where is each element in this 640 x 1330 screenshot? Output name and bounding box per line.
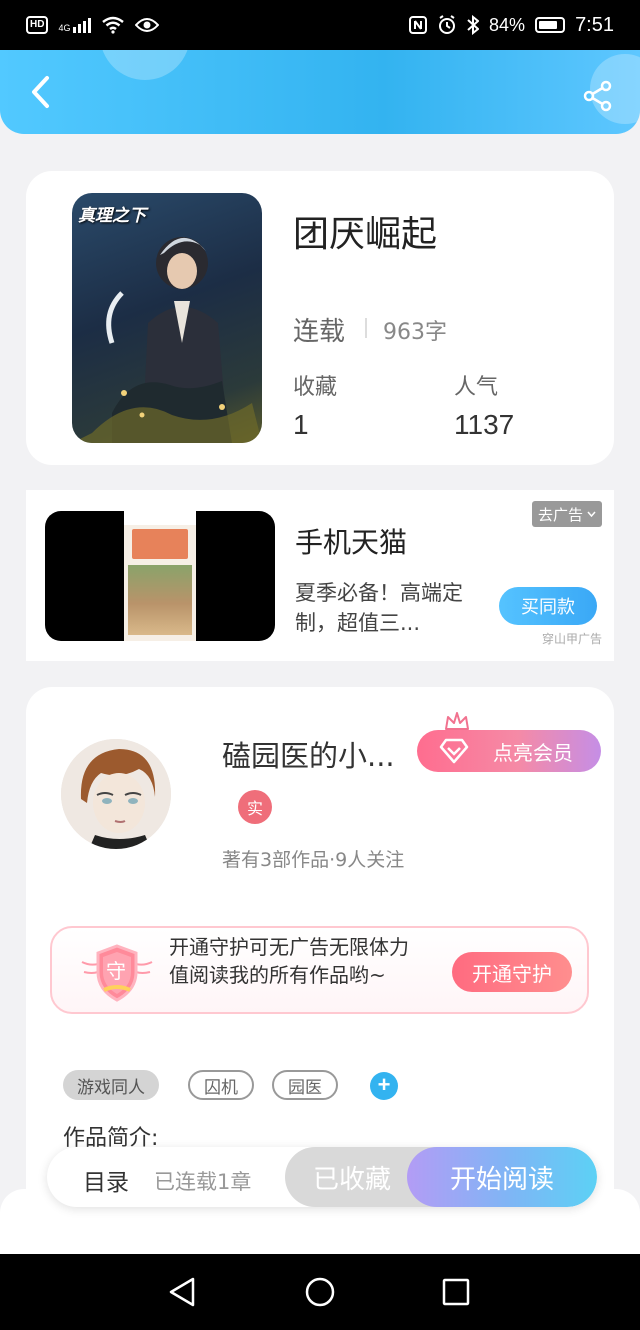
ad-title: 手机天猫 <box>295 526 408 559</box>
avatar[interactable] <box>61 739 171 849</box>
system-nav-bar <box>0 1254 640 1330</box>
signal-icon: 4G <box>58 17 92 33</box>
favorites-label: 收藏 <box>293 375 338 400</box>
start-reading-button[interactable]: 开始阅读 <box>407 1147 597 1207</box>
battery-icon <box>535 17 566 33</box>
popularity-count: 1137 <box>454 409 515 440</box>
crown-icon <box>445 712 469 730</box>
eye-icon <box>135 18 160 32</box>
chevron-down-icon <box>587 511 596 517</box>
back-triangle-icon[interactable] <box>167 1276 199 1308</box>
guard-description: 开通守护可无广告无限体力值阅读我的所有作品哟~ <box>169 935 409 987</box>
hd-badge: HD <box>26 16 49 34</box>
network-type: 4G <box>58 22 71 33</box>
add-tag-button[interactable]: + <box>370 1072 398 1100</box>
remove-ad-label: 去广告 <box>538 505 584 524</box>
back-button[interactable] <box>20 72 60 112</box>
home-circle-icon[interactable] <box>304 1276 336 1308</box>
cover-title-text: 真理之下 <box>78 206 146 226</box>
ad-banner[interactable]: 手机天猫 夏季必备！高端定制，超值三... 去广告 买同款 穿山甲广告 <box>26 490 614 661</box>
author-name[interactable]: 磕园医的小... <box>222 733 395 775</box>
action-bar: 目录 已连载1章 已收藏 开始阅读 <box>47 1147 597 1207</box>
chapter-count: 已连载1章 <box>154 1170 252 1194</box>
plus-icon: + <box>377 1072 391 1097</box>
tag-prisoner-mech[interactable]: 囚机 <box>188 1070 254 1100</box>
favorites-count: 1 <box>293 409 309 440</box>
avatar-image <box>61 739 171 849</box>
ad-description: 夏季必备！高端定制，超值三... <box>295 581 463 635</box>
buy-same-button[interactable]: 买同款 <box>499 587 597 625</box>
vip-button[interactable]: 点亮会员 <box>417 730 601 772</box>
diamond-icon <box>439 738 469 764</box>
battery-percent: 84% <box>489 14 526 35</box>
status-right: 84% 7:51 <box>409 14 614 37</box>
tag-gardener-doctor[interactable]: 园医 <box>272 1070 338 1100</box>
alarm-icon <box>439 15 456 34</box>
status-bar: HD 4G 84% 7:51 <box>0 0 640 50</box>
divider <box>365 318 367 338</box>
header-decoration <box>100 50 190 80</box>
ad-source: 穿山甲广告 <box>542 632 603 646</box>
ad-image[interactable] <box>45 511 275 641</box>
author-stats: 著有3部作品·9人关注 <box>222 849 405 871</box>
open-guard-button[interactable]: 开通守护 <box>452 952 572 992</box>
verified-badge: 实 <box>238 790 272 824</box>
remove-ad-button[interactable]: 去广告 <box>532 501 603 527</box>
toc-button[interactable]: 目录 <box>83 1163 129 1197</box>
chevron-left-icon <box>32 76 49 108</box>
vip-label: 点亮会员 <box>493 740 573 765</box>
book-status: 连载 <box>293 317 346 347</box>
guard-badge-text: 守 <box>106 959 126 983</box>
guard-promo: 守 开通守护可无广告无限体力值阅读我的所有作品哟~ 开通守护 <box>50 926 589 1014</box>
recents-square-icon[interactable] <box>440 1276 472 1308</box>
ad-poster <box>124 511 196 641</box>
nfc-icon <box>409 16 428 34</box>
tag-game-fanfic[interactable]: 游戏同人 <box>63 1070 159 1100</box>
clock: 7:51 <box>575 13 614 36</box>
popularity-label: 人气 <box>454 375 499 400</box>
top-header <box>0 50 640 134</box>
status-left: HD 4G <box>26 16 160 34</box>
share-icon <box>583 80 612 112</box>
book-title: 团厌崛起 <box>293 214 438 255</box>
wifi-icon <box>102 16 125 34</box>
book-cover[interactable]: 真理之下 <box>72 193 262 443</box>
share-button[interactable] <box>582 80 618 116</box>
cover-art <box>72 237 262 443</box>
book-info-card: 真理之下 团厌崛起 连载 963字 收藏 1 人气 1137 <box>26 171 614 465</box>
bluetooth-icon <box>467 15 480 35</box>
word-count: 963字 <box>383 320 447 345</box>
